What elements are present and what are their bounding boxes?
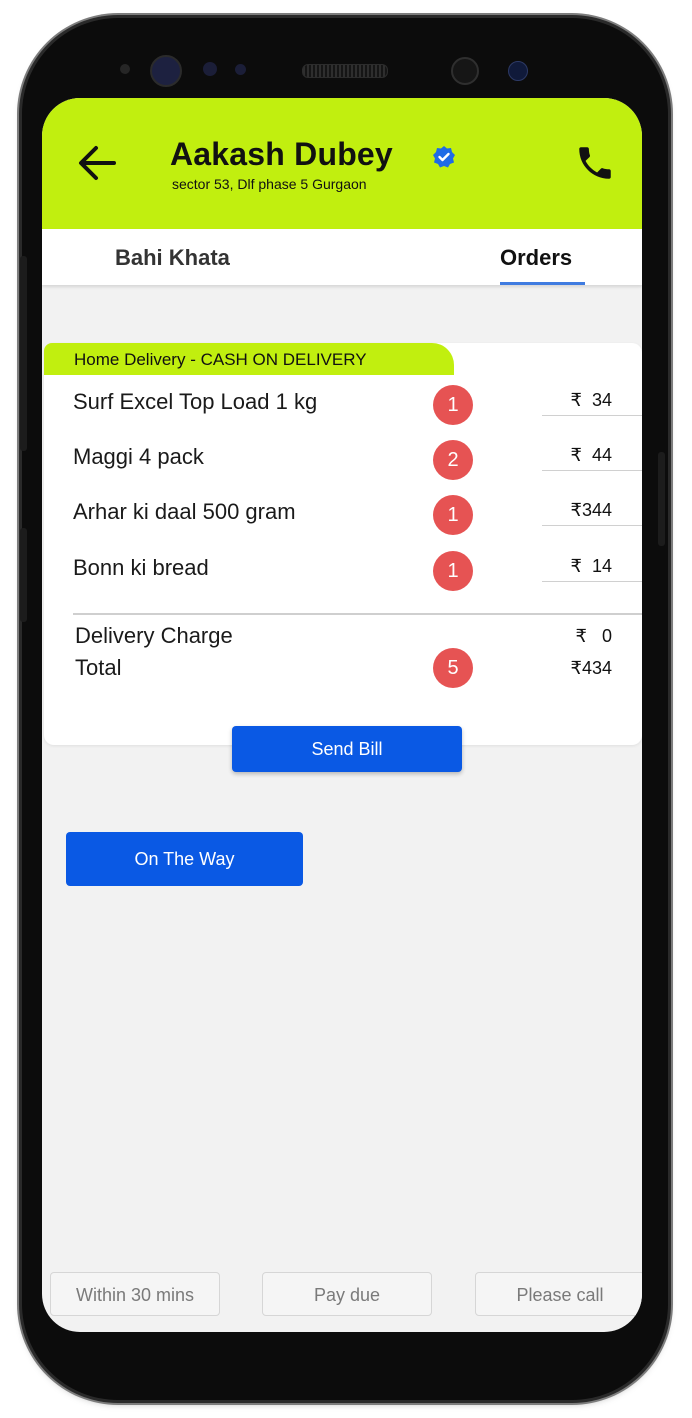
back-arrow-icon[interactable]: [74, 140, 120, 186]
power-button: [658, 452, 665, 546]
contact-name: Aakash Dubey: [170, 136, 393, 172]
item-price-value: 44: [591, 445, 612, 465]
price-underline: [542, 415, 642, 416]
quick-reply-pay-due[interactable]: Pay due: [262, 1272, 432, 1316]
quick-reply-please-call[interactable]: Please call: [475, 1272, 642, 1316]
tab-bahi-khata[interactable]: Bahi Khata: [115, 245, 230, 271]
earpiece-speaker: [302, 64, 388, 78]
delivery-charge-label: Delivery Charge: [75, 623, 233, 648]
contact-address: sector 53, Dlf phase 5 Gurgaon: [172, 176, 367, 192]
iris-scanner-icon: [150, 55, 182, 87]
phone-icon[interactable]: [574, 142, 616, 184]
item-name: Arhar ki daal 500 gram: [73, 499, 296, 524]
total-value: ₹434: [571, 658, 613, 679]
currency-symbol: ₹: [570, 445, 582, 465]
currency-symbol: ₹: [570, 500, 582, 520]
item-name: Maggi 4 pack: [73, 444, 204, 469]
chat-header: Aakash Dubey sector 53, Dlf phase 5 Gurg…: [42, 98, 642, 229]
quantity-badge: 2: [433, 440, 473, 480]
order-item-row: Arhar ki daal 500 gram 1 ₹344: [44, 491, 642, 537]
order-item-row: Maggi 4 pack 2 ₹ 44: [44, 436, 642, 482]
sensor-icon: [235, 64, 246, 75]
order-item-row: Bonn ki bread 1 ₹ 14: [44, 547, 642, 593]
price-underline: [542, 470, 642, 471]
delivery-type-tag: Home Delivery - CASH ON DELIVERY: [44, 343, 454, 375]
send-bill-button[interactable]: Send Bill: [232, 726, 462, 772]
tab-bar: Bahi Khata Orders: [42, 229, 642, 285]
delivery-charge-amount: 0: [601, 626, 612, 646]
item-price: ₹ 44: [571, 445, 613, 466]
currency-symbol: ₹: [570, 390, 582, 410]
currency-symbol: ₹: [570, 556, 582, 576]
verified-badge-icon: [433, 146, 455, 168]
delivery-type-label: Home Delivery - CASH ON DELIVERY: [74, 350, 367, 369]
price-underline: [542, 581, 642, 582]
total-label: Total: [75, 655, 122, 680]
quantity-badge: 1: [433, 385, 473, 425]
iris-camera-icon: [508, 61, 528, 81]
delivery-charge-value: ₹ 0: [576, 626, 612, 647]
order-card: Home Delivery - CASH ON DELIVERY Surf Ex…: [44, 343, 642, 745]
sensor-icon: [120, 64, 130, 74]
sensor-icon: [203, 62, 217, 76]
front-camera-icon: [451, 57, 479, 85]
item-name: Bonn ki bread: [73, 555, 209, 580]
currency-symbol: ₹: [575, 626, 587, 646]
price-underline: [542, 525, 642, 526]
quantity-badge: 1: [433, 551, 473, 591]
item-price-value: 34: [591, 390, 612, 410]
app-screen: Aakash Dubey sector 53, Dlf phase 5 Gurg…: [42, 98, 642, 1332]
total-quantity-badge: 5: [433, 648, 473, 688]
volume-button: [20, 256, 27, 451]
item-price-value: 344: [581, 500, 612, 520]
quick-reply-within-30-mins[interactable]: Within 30 mins: [50, 1272, 220, 1316]
active-tab-indicator: [500, 282, 585, 285]
item-name: Surf Excel Top Load 1 kg: [73, 389, 318, 414]
quantity-badge: 1: [433, 495, 473, 535]
item-price: ₹344: [571, 500, 613, 521]
summary-divider: [73, 613, 642, 615]
order-item-row: Surf Excel Top Load 1 kg 1 ₹ 34: [44, 381, 642, 427]
tab-orders[interactable]: Orders: [500, 245, 572, 271]
on-the-way-button[interactable]: On The Way: [66, 832, 303, 886]
item-price: ₹ 34: [571, 390, 613, 411]
bixby-button: [20, 528, 27, 622]
item-price-value: 14: [591, 556, 612, 576]
currency-symbol: ₹: [570, 658, 582, 678]
total-amount: 434: [581, 658, 612, 678]
item-price: ₹ 14: [571, 556, 613, 577]
